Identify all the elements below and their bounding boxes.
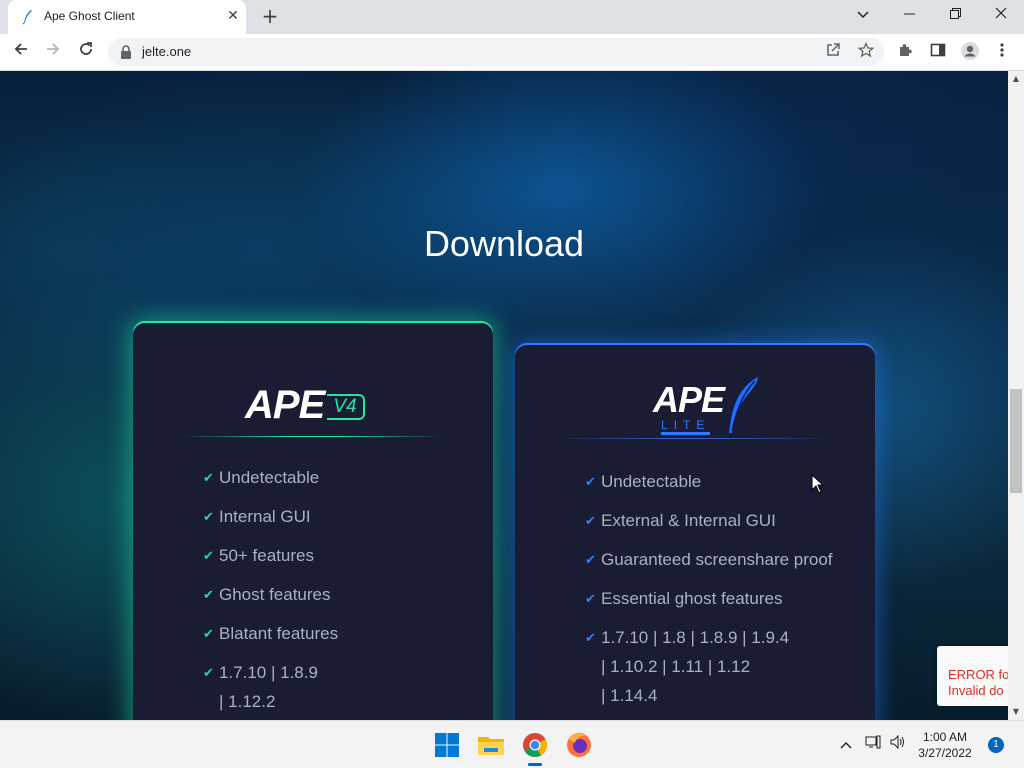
check-icon: ✔ [585,591,596,606]
address-bar[interactable]: jelte.one [108,38,884,66]
chrome-icon[interactable] [519,729,551,761]
v4-feature-list: ✔ Undetectable ✔ Internal GUI ✔ 50+ feature… [203,463,443,716]
kebab-menu-icon[interactable] [990,41,1014,65]
profile-icon[interactable] [958,41,982,65]
ape-v4-logo: APE V4 [245,383,365,428]
lock-icon[interactable] [120,45,132,59]
file-explorer-icon[interactable] [475,729,507,761]
ape-lite-logo-text: APE [653,379,725,420]
check-icon: ✔ [585,630,596,645]
star-icon[interactable] [856,41,876,62]
side-panel-icon[interactable] [926,41,950,65]
reload-icon[interactable] [73,39,99,65]
mouse-cursor-icon [811,474,825,494]
chevron-up-icon[interactable] [836,735,856,755]
feather-favicon-icon [22,10,32,25]
forward-arrow-icon[interactable] [40,39,66,65]
check-icon: ✔ [203,626,214,641]
logo-divider [183,436,443,437]
new-tab-button[interactable]: + [258,5,282,29]
tab-strip: Ape Ghost Client ✕ + [0,0,1024,34]
tab-close-icon[interactable]: ✕ [224,7,242,25]
ape-lite-logo-badge: LITE [661,419,711,435]
system-clock[interactable]: 1:00 AM 3/27/2022 [910,729,980,761]
firefox-icon[interactable] [563,729,595,761]
list-item: ✔ Undetectable [203,463,443,492]
list-item: ✔ Guaranteed screenshare proof [585,545,860,574]
url-text[interactable]: jelte.one [142,44,191,59]
list-item: ✔ Essential ghost features [585,584,860,613]
share-icon[interactable] [823,42,843,62]
check-icon: ✔ [585,513,596,528]
browser-tab[interactable]: Ape Ghost Client ✕ [8,0,246,34]
check-icon: ✔ [203,587,214,602]
download-heading: Download [423,223,585,264]
restore-button[interactable] [932,0,978,30]
list-item: ✔ Blatant features [203,619,443,648]
list-item: ✔ Internal GUI [203,502,443,531]
list-item: ✔ Ghost features [203,580,443,609]
recaptcha-error-line2: Invalid do [948,683,1004,698]
list-item: ✔ 1.7.10 | 1.8 | 1.8.9 | 1.9.4 | 1.10.2 | … [585,623,860,710]
page-viewport: Download APE V4 ✔ Undetectable ✔ Internal … [0,71,1008,720]
lite-feature-list: ✔ Undetectable ✔ External & Internal GUI ✔… [585,467,860,710]
active-app-indicator [528,763,542,766]
clock-date: 3/27/2022 [918,746,972,760]
minimize-button[interactable] [886,0,932,30]
windows-start-icon[interactable] [431,729,463,761]
check-icon: ✔ [585,474,596,489]
tab-title: Ape Ghost Client [44,9,135,23]
ape-lite-card: APE LITE ✔ Undetectable ✔ External & Inter… [515,345,875,720]
check-icon: ✔ [203,548,214,563]
puzzle-icon[interactable] [894,41,918,65]
check-icon: ✔ [585,552,596,567]
recaptcha-error-badge[interactable]: ERROR fo Invalid do [937,646,1008,706]
browser-toolbar: jelte.one [0,34,1024,71]
check-icon: ✔ [203,665,214,680]
ape-v4-card: APE V4 ✔ Undetectable ✔ Internal GUI ✔ 50+ … [133,323,493,720]
list-item: ✔ 1.7.10 | 1.8.9 | 1.12.2 [203,658,443,716]
scroll-up-arrow-icon[interactable]: ▲ [1008,71,1024,87]
network-icon[interactable] [863,735,883,755]
ape-v4-logo-badge: V4 [327,394,365,420]
scroll-thumb[interactable] [1010,389,1022,493]
page-scrollbar[interactable]: ▲ ▼ [1008,71,1024,720]
check-icon: ✔ [203,509,214,524]
list-item: ✔ External & Internal GUI [585,506,860,535]
recaptcha-error-line1: ERROR fo [948,667,1008,682]
clock-time: 1:00 AM [922,730,968,744]
tab-search-icon[interactable] [840,0,886,30]
close-window-button[interactable] [978,0,1024,30]
feather-icon [729,377,758,433]
scroll-down-arrow-icon[interactable]: ▼ [1008,704,1024,720]
check-icon: ✔ [203,470,214,485]
notification-badge[interactable]: 1 [988,737,1004,753]
windows-taskbar: 1:00 AM 3/27/2022 1 [0,720,1024,768]
back-arrow-icon[interactable] [8,39,34,65]
ape-lite-logo: APE LITE [653,375,763,439]
list-item: ✔ 50+ features [203,541,443,570]
ape-v4-logo-text: APE [245,383,325,427]
logo-divider [555,438,835,439]
volume-icon[interactable] [888,734,908,755]
